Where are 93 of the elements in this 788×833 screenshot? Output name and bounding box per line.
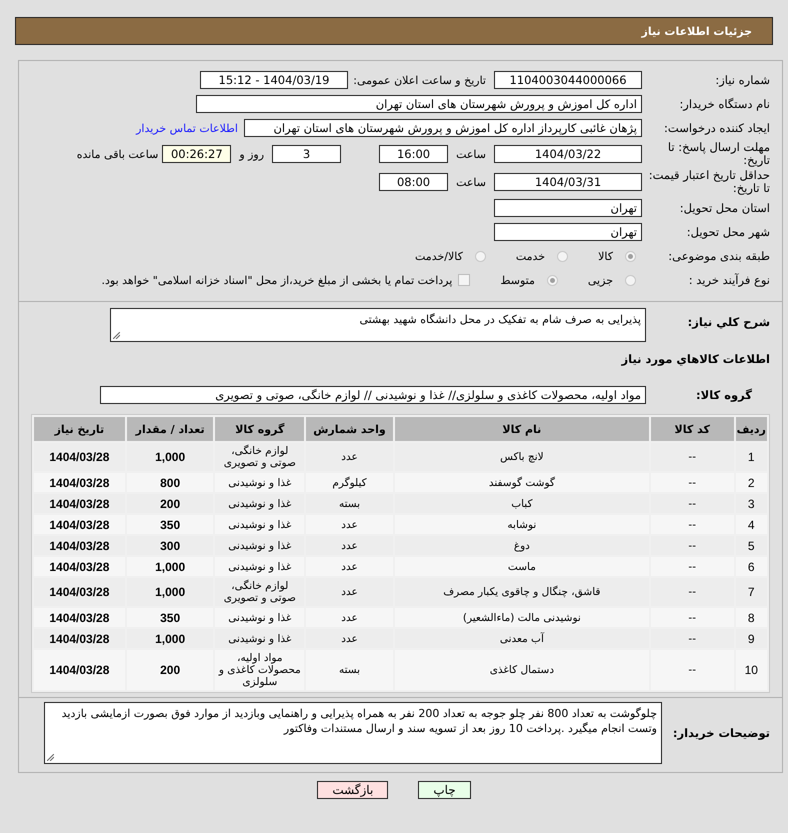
city-field[interactable]: تهران — [494, 223, 642, 241]
field-label: نام دستگاه خریدار: — [678, 98, 771, 110]
field-label: تاریخ و ساعت اعلان عمومی: — [352, 74, 487, 86]
deadline-time-field[interactable]: 16:00 — [379, 145, 448, 163]
table-cell: مواد اولیه، محصولات کاغذی و سلولزی — [215, 650, 304, 690]
table-cell: دستمال کاغذی — [394, 650, 649, 690]
table-cell: غذا و نوشیدنی — [215, 515, 304, 534]
radio-button[interactable] — [557, 250, 568, 262]
field-label: ایجاد کننده درخواست: — [663, 122, 771, 134]
field-label: توضیحات خریدار: — [672, 726, 771, 740]
table-cell: 8 — [736, 608, 767, 627]
table-cell: -- — [650, 608, 734, 627]
table-cell: 1404/03/28 — [34, 515, 125, 534]
table-cell: -- — [650, 515, 734, 534]
time-label: ساعت — [455, 176, 487, 188]
announce-date-field[interactable]: 1404/03/19 - 15:12 — [200, 71, 348, 89]
table-cell: 200 — [126, 650, 214, 690]
resize-grip-icon[interactable] — [113, 332, 120, 339]
option-label: کالا — [598, 250, 613, 262]
table-cell: عدد — [306, 515, 393, 534]
table-cell: عدد — [306, 557, 393, 576]
table-cell: 1404/03/28 — [34, 473, 125, 492]
radio-button[interactable] — [625, 250, 636, 262]
remaining-time-field[interactable]: 00:26:27 — [162, 145, 232, 163]
requester-field[interactable]: پژهان غائبی کارپرداز اداره کل اموزش و پرورش شهرستان های استان تهران — [244, 119, 642, 137]
table-cell: نوشابه — [394, 515, 649, 534]
validity-date-field[interactable]: 1404/03/31 — [494, 173, 642, 191]
column-header: گروه کالا — [215, 417, 304, 441]
column-header: نام کالا — [394, 417, 649, 441]
column-header: ردیف — [736, 417, 767, 441]
table-cell: عدد — [306, 608, 393, 627]
table-cell: گوشت گوسفند — [394, 473, 649, 492]
column-header: کد کالا — [650, 417, 734, 441]
table-cell: غذا و نوشیدنی — [215, 608, 304, 627]
table-cell: -- — [650, 557, 734, 576]
column-header: تعداد / مقدار — [126, 417, 214, 441]
section-title: اطلاعات کالاهاي مورد نياز — [622, 352, 771, 366]
checkbox[interactable] — [458, 274, 470, 286]
days-label: روز و — [238, 148, 266, 160]
resize-grip-icon[interactable] — [47, 754, 54, 761]
field-label: گروه کالا: — [695, 388, 753, 402]
table-cell: 1,000 — [126, 557, 214, 576]
table-cell: 350 — [126, 608, 214, 627]
deadline-date-field[interactable]: 1404/03/22 — [494, 145, 642, 163]
option-label: متوسط — [500, 274, 535, 286]
field-label: طبقه بندی موضوعی: — [667, 250, 771, 262]
print-button[interactable]: چاپ — [418, 781, 471, 799]
radio-button[interactable] — [474, 250, 486, 262]
field-label: شماره نیاز: — [714, 74, 771, 86]
table-cell: غذا و نوشیدنی — [215, 557, 304, 576]
table-cell: 4 — [736, 515, 767, 534]
table-cell: 800 — [126, 473, 214, 492]
page-title: جزئیات اطلاعات نیاز — [15, 17, 773, 45]
contact-link[interactable]: اطلاعات تماس خریدار — [136, 122, 238, 134]
validity-time-field[interactable]: 08:00 — [379, 173, 448, 191]
option-label: کالا/خدمت — [415, 250, 463, 262]
table-cell: -- — [650, 473, 734, 492]
table-cell: نوشیدنی مالت (ماءالشعیر) — [394, 608, 649, 627]
field-label: حداقل تاریخ اعتبار قیمت: تا تاریخ: — [648, 169, 771, 195]
need-number-field[interactable]: 1104003044000066 — [494, 71, 642, 89]
table-cell: 10 — [736, 650, 767, 690]
back-button[interactable]: بازگشت — [317, 781, 388, 799]
radio-button[interactable] — [546, 274, 558, 286]
table-cell: 1404/03/28 — [34, 608, 125, 627]
time-label: ساعت — [455, 148, 487, 160]
table-cell: کیلوگرم — [306, 473, 393, 492]
column-header: تاریخ نیاز — [34, 417, 125, 441]
description-field[interactable]: پذیرایی به صرف شام به تفکیک در محل دانشگاه شهید بهشتی — [110, 308, 646, 342]
option-label: خدمت — [516, 250, 546, 262]
table-cell: 2 — [736, 473, 767, 492]
checkbox-label: پرداخت تمام یا بخشی از مبلغ خرید،از محل "اسناد خزانه اسلامی" خواهد بود. — [102, 274, 452, 286]
table-cell: بسته — [306, 650, 393, 690]
table-cell: 1404/03/28 — [34, 650, 125, 690]
column-header: واحد شمارش — [306, 417, 393, 441]
buyer-org-field[interactable]: اداره کل اموزش و پرورش شهرستان های استان تهران — [196, 95, 642, 113]
field-label: نوع فرآیند خرید : — [688, 274, 771, 286]
table-cell: غذا و نوشیدنی — [215, 473, 304, 492]
remaining-label: ساعت باقی مانده — [76, 148, 160, 160]
table-cell: 350 — [126, 515, 214, 534]
field-label: شرح کلي نياز: — [686, 314, 771, 329]
option-label: جزیی — [588, 274, 613, 286]
table-cell: -- — [650, 650, 734, 690]
field-label: مهلت ارسال پاسخ: تا تاریخ: — [666, 141, 771, 167]
days-field[interactable]: 3 — [272, 145, 342, 163]
field-label: استان محل تحویل: — [678, 202, 771, 214]
radio-button[interactable] — [625, 274, 636, 286]
table-cell: 1404/03/28 — [34, 557, 125, 576]
buyer-notes-field[interactable]: چلوگوشت به تعداد 800 نفر چلو جوجه به تعداد 200 نفر به همراه پذیرایی و راهنمایی وبازدید از موارد فوق بصورت ازمایشی بازدید وتست انجام میگیرد .پرداخت 10 روز بعد از تسویه سند و ارسال مستندات وفاکتور — [44, 702, 662, 764]
field-label: شهر محل تحویل: — [686, 226, 771, 238]
table-cell: 6 — [736, 557, 767, 576]
table-cell: ماست — [394, 557, 649, 576]
province-field[interactable]: تهران — [494, 199, 642, 217]
goods-group-field[interactable]: مواد اولیه، محصولات کاغذی و سلولزی// غذا و نوشیدنی // لوازم خانگی، صوتی و تصویری — [100, 386, 646, 404]
